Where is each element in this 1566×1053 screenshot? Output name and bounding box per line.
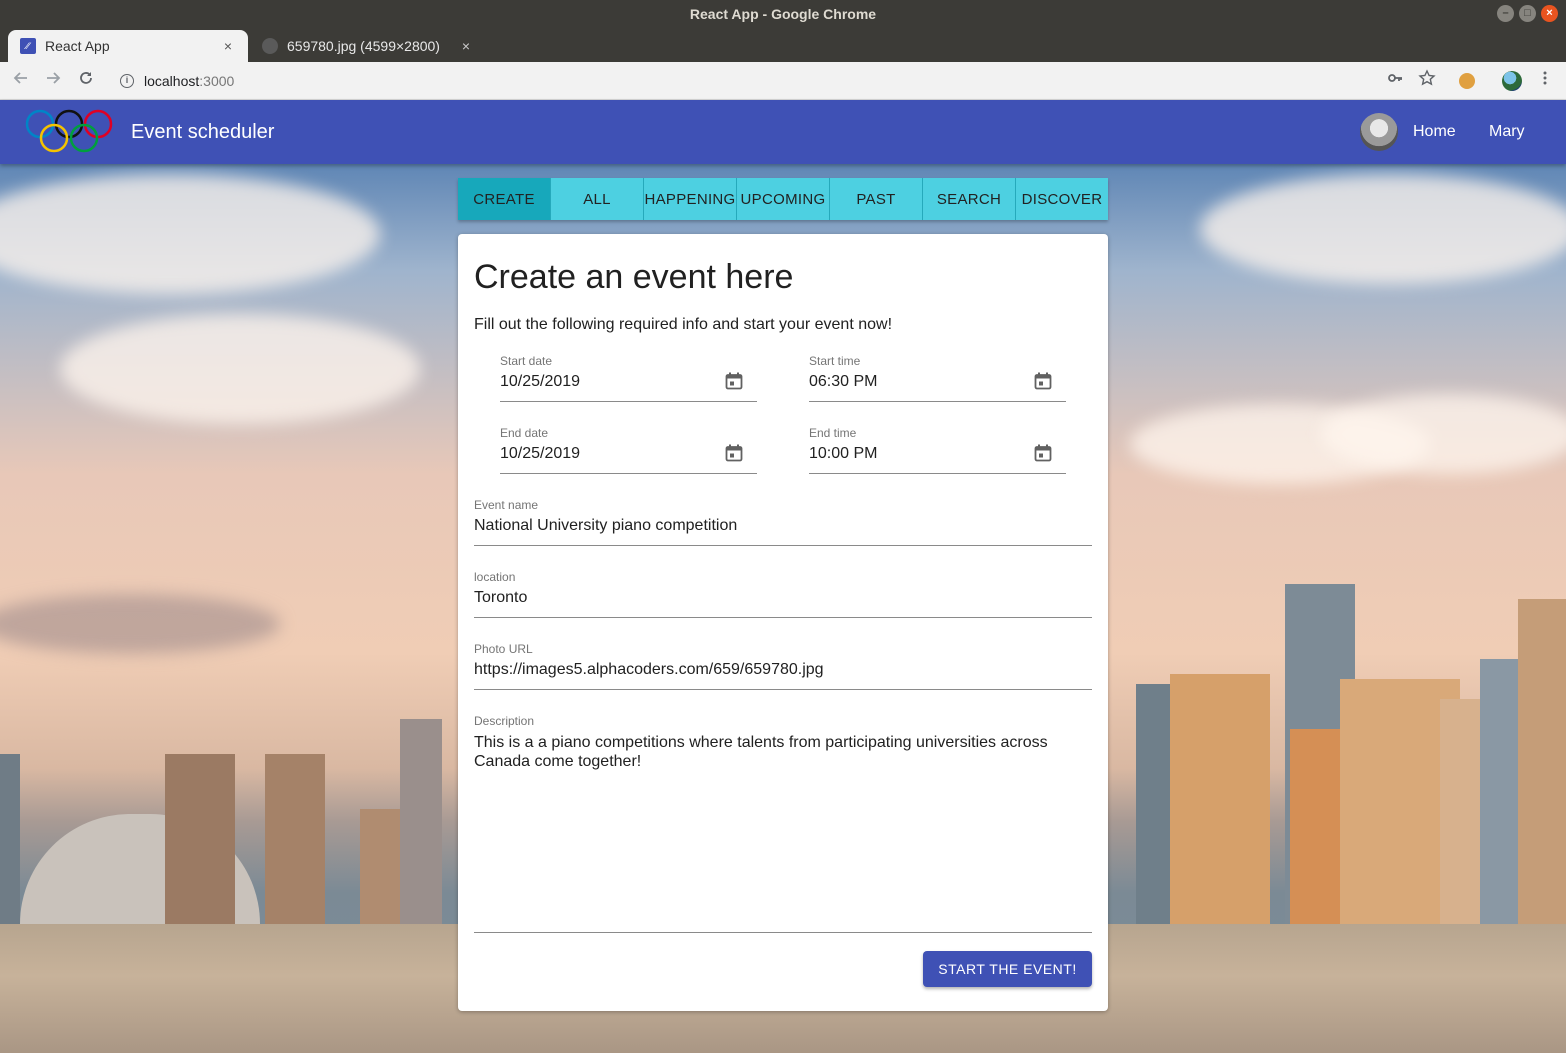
menu-icon[interactable]	[1533, 69, 1557, 93]
close-tab-icon[interactable]: ×	[220, 38, 236, 54]
field-underline	[474, 689, 1092, 690]
field-underline	[474, 932, 1092, 933]
start-date-field[interactable]: Start date 10/25/2019	[500, 354, 757, 402]
page-title: Create an event here	[474, 258, 794, 296]
window-title: React App - Google Chrome	[689, 6, 877, 22]
event-tabs: CREATE ALL HAPPENING UPCOMING PAST SEARC…	[458, 178, 1108, 220]
tab-search[interactable]: SEARCH	[923, 178, 1016, 220]
reload-icon[interactable]	[74, 69, 98, 93]
field-underline	[474, 545, 1092, 546]
info-icon[interactable]: i	[120, 74, 134, 88]
url-host: localhost	[144, 73, 200, 89]
event-name-input[interactable]: National University piano competition	[474, 517, 737, 535]
end-time-field[interactable]: End time 10:00 PM	[809, 426, 1066, 474]
browser-tab-image[interactable]: 659780.jpg (4599×2800) ×	[250, 30, 486, 62]
photo-url-input[interactable]: https://images5.alphacoders.com/659/6597…	[474, 661, 824, 679]
field-label: End date	[500, 426, 549, 440]
description-textarea[interactable]: This is a a piano competitions where tal…	[474, 733, 1074, 771]
form-instructions: Fill out the following required info and…	[474, 316, 893, 333]
minimize-icon[interactable]: –	[1497, 5, 1514, 22]
address-bar[interactable]: i localhost:3000	[108, 66, 1368, 96]
field-underline	[809, 473, 1066, 474]
forward-icon[interactable]	[41, 69, 65, 93]
field-label: Event name	[474, 498, 539, 512]
profile-icon[interactable]	[1500, 69, 1524, 93]
tab-all[interactable]: ALL	[551, 178, 644, 220]
start-time-field[interactable]: Start time 06:30 PM	[809, 354, 1066, 402]
browser-tab-strip: ⁄⁄ React App × 659780.jpg (4599×2800) × …	[0, 28, 1566, 84]
field-label: location	[474, 570, 516, 584]
back-icon[interactable]	[9, 69, 33, 93]
globe-favicon-icon	[262, 38, 278, 54]
end-date-input[interactable]: 10/25/2019	[500, 445, 580, 463]
field-label: Start date	[500, 354, 553, 368]
field-underline	[474, 617, 1092, 618]
description-field[interactable]: Description This is a a piano competitio…	[474, 714, 1092, 933]
tab-create[interactable]: CREATE	[458, 178, 551, 220]
home-link[interactable]: Home	[1413, 100, 1456, 164]
tab-discover[interactable]: DISCOVER	[1016, 178, 1108, 220]
app-title: Event scheduler	[131, 121, 275, 143]
calendar-icon[interactable]	[1034, 444, 1052, 462]
field-label: Photo URL	[474, 642, 533, 656]
field-label: Start time	[809, 354, 861, 368]
key-icon[interactable]	[1383, 69, 1407, 93]
tab-happening[interactable]: HAPPENING	[644, 178, 737, 220]
olympic-rings-logo[interactable]	[24, 108, 116, 154]
field-label: End time	[809, 426, 857, 440]
window-titlebar: React App - Google Chrome – □ ×	[0, 0, 1566, 28]
end-date-field[interactable]: End date 10/25/2019	[500, 426, 757, 474]
browser-tab-react-app[interactable]: ⁄⁄ React App ×	[8, 30, 248, 62]
photo-url-field[interactable]: Photo URL https://images5.alphacoders.co…	[474, 642, 1092, 690]
end-time-input[interactable]: 10:00 PM	[809, 445, 877, 463]
calendar-icon[interactable]	[725, 444, 743, 462]
event-name-field[interactable]: Event name National University piano com…	[474, 498, 1092, 546]
star-icon[interactable]	[1415, 69, 1439, 93]
start-event-button[interactable]: START THE EVENT!	[923, 951, 1092, 987]
url-port: :3000	[199, 73, 235, 89]
cookie-icon[interactable]	[1455, 69, 1479, 93]
user-avatar[interactable]	[1360, 113, 1398, 151]
user-link[interactable]: Mary	[1489, 100, 1525, 164]
start-time-input[interactable]: 06:30 PM	[809, 373, 877, 391]
maximize-icon[interactable]: □	[1519, 5, 1536, 22]
field-label: Description	[474, 714, 535, 728]
location-field[interactable]: location Toronto	[474, 570, 1092, 618]
field-underline	[500, 473, 757, 474]
location-input[interactable]: Toronto	[474, 589, 527, 607]
tab-title: 659780.jpg (4599×2800)	[287, 38, 440, 54]
calendar-icon[interactable]	[1034, 372, 1052, 390]
calendar-icon[interactable]	[725, 372, 743, 390]
close-window-icon[interactable]: ×	[1541, 5, 1558, 22]
create-event-card: Create an event here Fill out the follow…	[458, 234, 1108, 1011]
tab-past[interactable]: PAST	[830, 178, 923, 220]
close-tab-icon[interactable]: ×	[458, 38, 474, 54]
start-date-input[interactable]: 10/25/2019	[500, 373, 580, 391]
tab-title: React App	[45, 38, 110, 54]
field-underline	[809, 401, 1066, 402]
tab-upcoming[interactable]: UPCOMING	[737, 178, 830, 220]
browser-toolbar: i localhost:3000	[0, 62, 1566, 100]
field-underline	[500, 401, 757, 402]
app-bar: Event scheduler Home Mary	[0, 100, 1566, 164]
react-favicon-icon: ⁄⁄	[20, 38, 36, 54]
